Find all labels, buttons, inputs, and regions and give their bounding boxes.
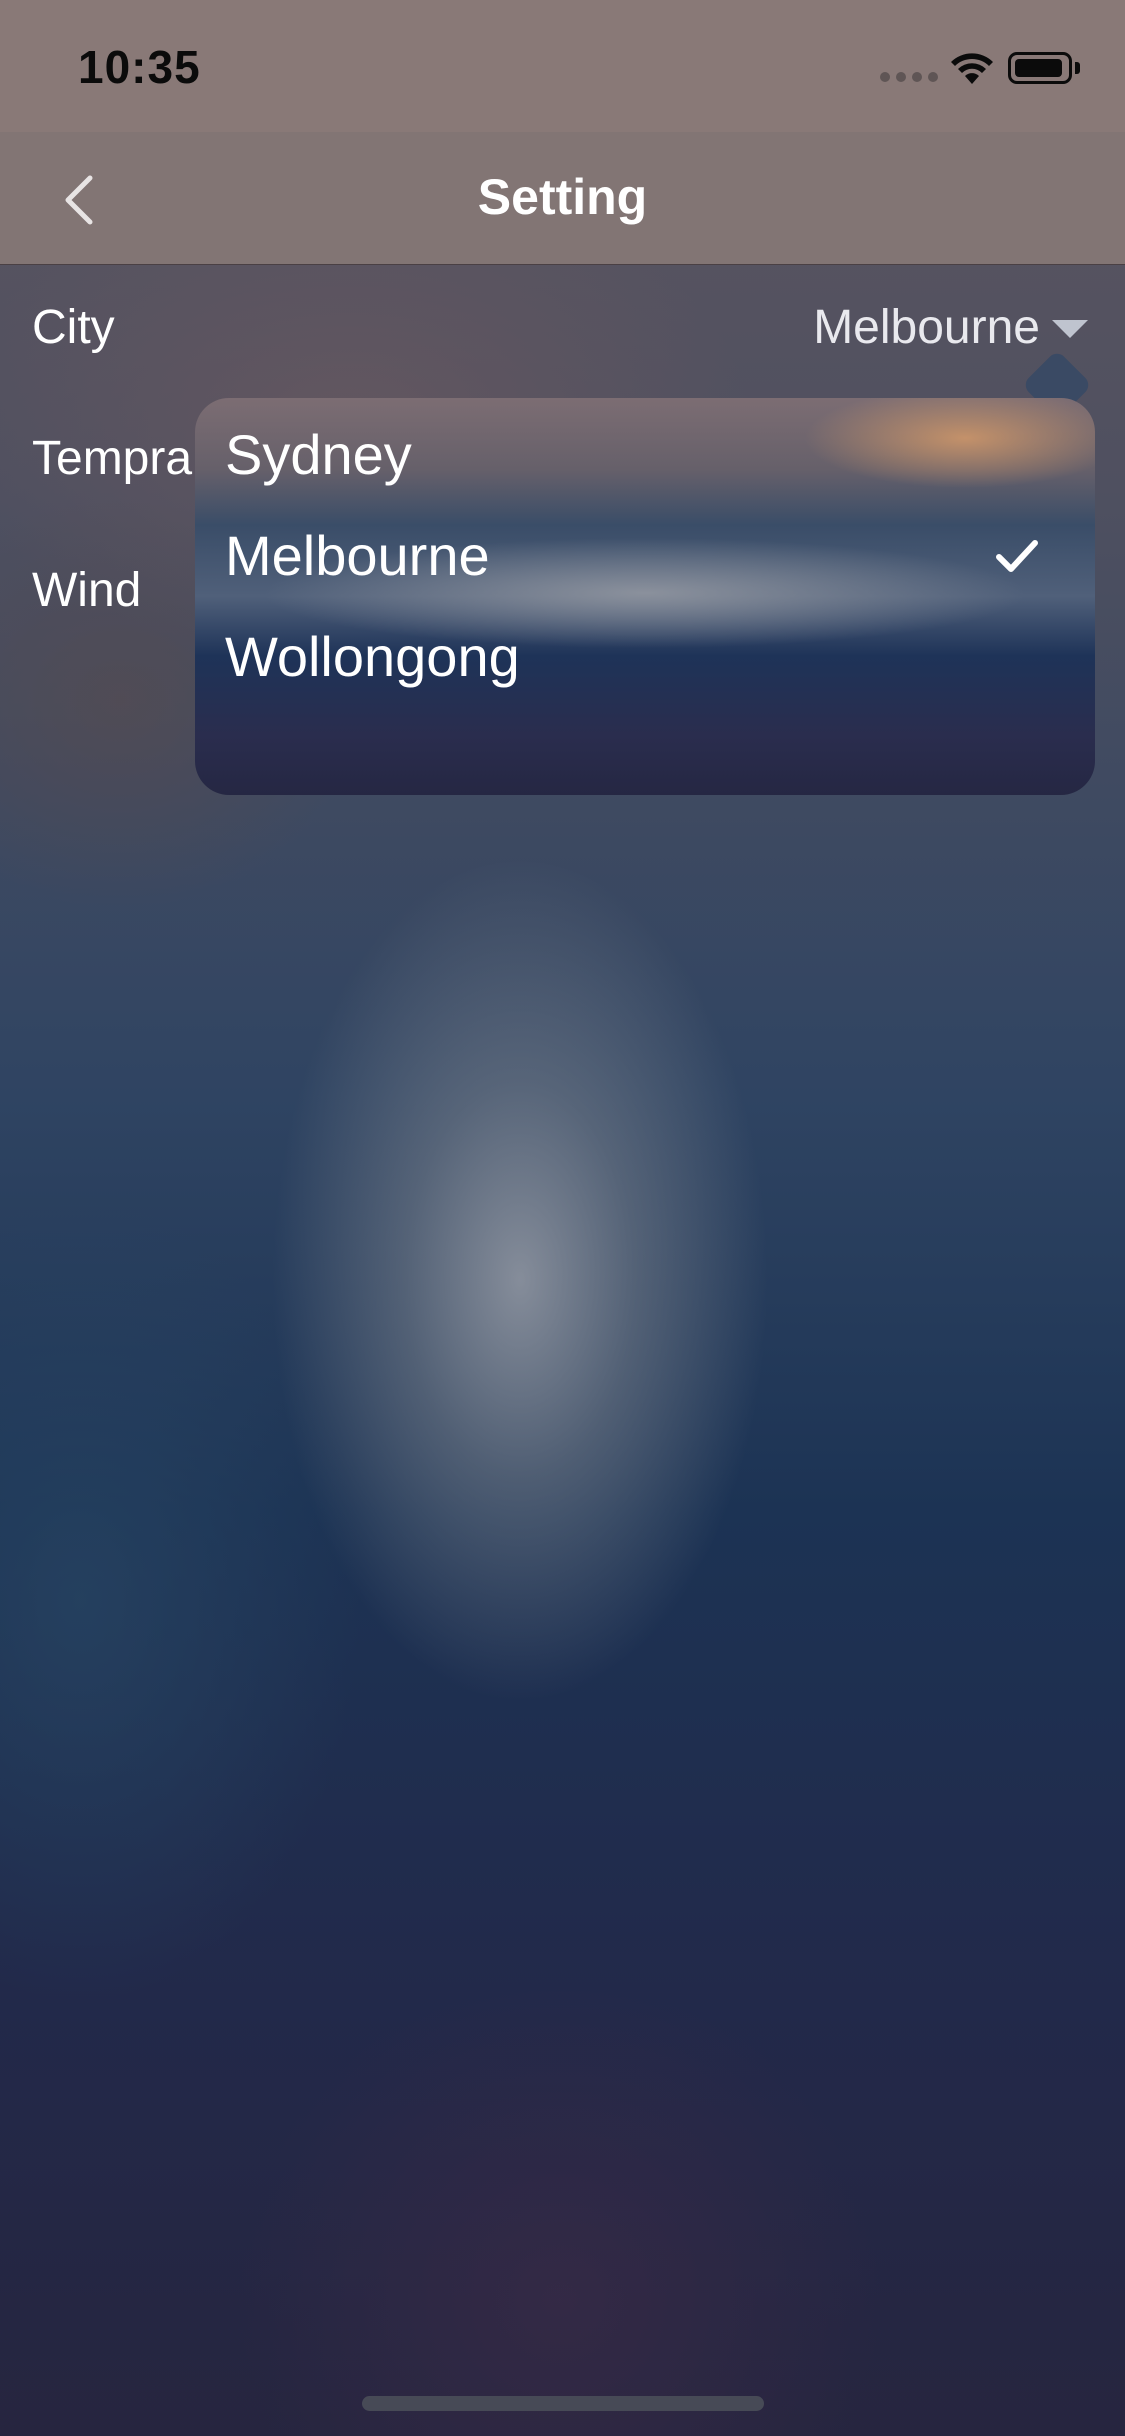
wifi-icon — [951, 53, 993, 84]
checkmark-icon — [996, 540, 1038, 572]
wind-row-label: Wind — [32, 564, 142, 617]
blurred-background — [0, 0, 1125, 2436]
navigation-bar: Setting — [0, 132, 1125, 265]
status-time: 10:35 — [78, 41, 201, 93]
battery-tip — [1075, 62, 1080, 74]
temperature-row-label: Tempra — [32, 432, 193, 485]
status-bar: 10:35 — [0, 0, 1125, 132]
city-dropdown-value[interactable]: Melbourne — [813, 300, 1040, 355]
dropdown-option-wollongong[interactable]: Wollongong — [225, 624, 520, 689]
city-dropdown-menu: Sydney Melbourne Wollongong — [195, 398, 1095, 795]
battery-icon — [1008, 52, 1072, 84]
city-row-label: City — [32, 301, 115, 354]
home-indicator[interactable] — [362, 2396, 764, 2411]
dropdown-option-sydney[interactable]: Sydney — [225, 422, 412, 487]
caret-down-icon[interactable] — [1052, 320, 1088, 338]
dropdown-option-melbourne[interactable]: Melbourne — [225, 523, 490, 588]
page-title: Setting — [477, 169, 648, 225]
cellular-signal-icon — [880, 72, 938, 82]
